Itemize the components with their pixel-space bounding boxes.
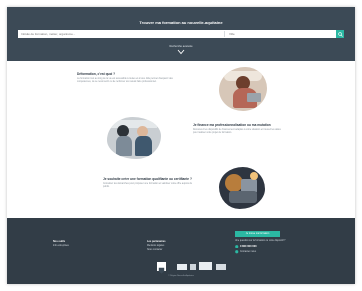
block-title: Je finance ma professionnalisation ou ma…: [193, 123, 271, 127]
search-icon: [337, 31, 343, 37]
search-divider: [224, 31, 225, 37]
footer-col1-title: Nos outils: [53, 240, 66, 243]
search-bar: [18, 30, 344, 38]
phone-number[interactable]: 0 800 000 000: [240, 245, 257, 248]
contact-line: Contactez-nous: [235, 250, 256, 254]
contact-question: Une question sur la formation ou votre d…: [235, 240, 286, 242]
woman-laptop-image: [219, 67, 267, 111]
block-title: Déformation, c'est quoi ?: [77, 72, 116, 76]
block-text: Consultez les démarches pour proposer un…: [103, 183, 193, 188]
workshop-image: [219, 167, 265, 209]
footer-link[interactable]: Mentions légales: [147, 245, 164, 247]
search-button[interactable]: [336, 30, 344, 38]
contact-link[interactable]: Contactez-nous: [240, 251, 256, 253]
region-logo: [157, 262, 166, 274]
footer-col2-title: Les partenaires: [147, 240, 166, 243]
footer-link[interactable]: Nous contacter: [147, 249, 162, 251]
partner-logo: [216, 264, 226, 270]
partner-logo: [177, 264, 187, 270]
advanced-search-link[interactable]: Recherche avancée: [7, 45, 355, 48]
block-text: La formation tout au long de la vie est …: [77, 78, 173, 83]
find-training-button[interactable]: Je trouve ma formation: [235, 231, 280, 237]
partner-logo: [199, 262, 212, 270]
search-input[interactable]: [18, 30, 223, 38]
location-input[interactable]: [226, 30, 336, 38]
partner-logo: [190, 264, 196, 270]
hero-title: Trouver ma formation au nouvelle-aquitai…: [139, 20, 223, 25]
block-title: Je souhaite créer une formation qualifia…: [103, 177, 192, 181]
page: Trouver ma formation au nouvelle-aquitai…: [7, 7, 355, 284]
footer-link[interactable]: Info entreprises: [53, 245, 69, 247]
mail-icon: [235, 250, 239, 254]
copyright: © Région Nouvelle-Aquitaine: [168, 275, 194, 277]
phone-icon: [235, 244, 239, 248]
phone-line: 0 800 000 000: [235, 244, 257, 249]
region-emblem-icon: [158, 267, 165, 274]
mechanics-image: [107, 117, 161, 159]
hero-banner: Trouver ma formation au nouvelle-aquitai…: [7, 7, 355, 61]
chevron-down-icon[interactable]: [177, 49, 185, 55]
block-text: Découvrez les dispositifs de financement…: [193, 129, 281, 134]
